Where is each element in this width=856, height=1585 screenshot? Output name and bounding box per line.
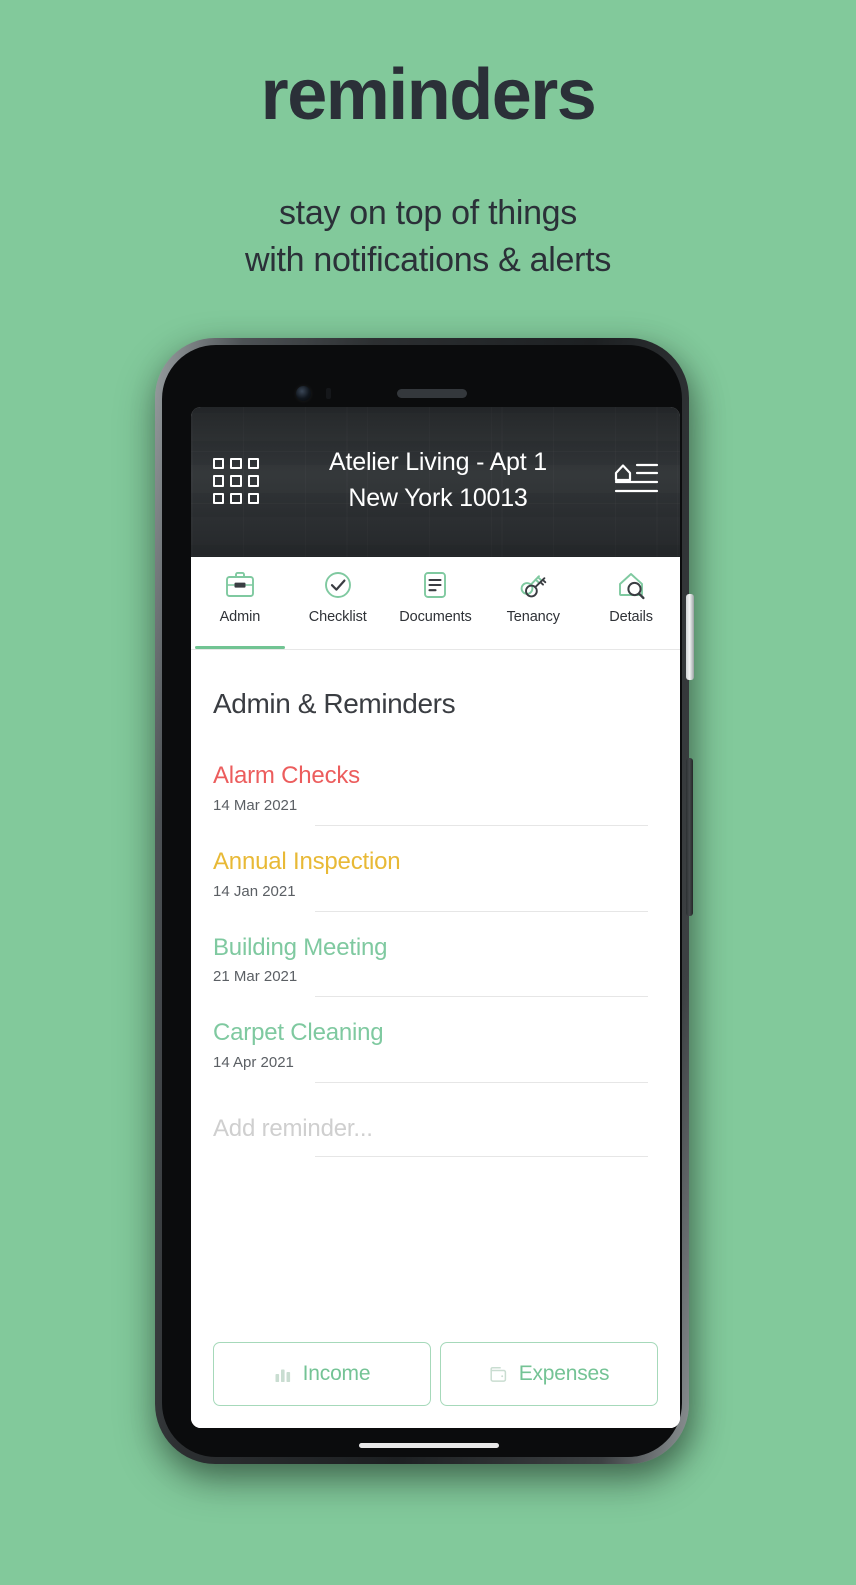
grid-cell: [230, 475, 242, 487]
expenses-button[interactable]: Expenses: [440, 1342, 658, 1406]
reminder-name: Alarm Checks: [213, 762, 360, 789]
reminder-date: 14 Mar 2021: [213, 796, 298, 814]
proximity-sensor-icon: [326, 388, 331, 399]
property-title-block: Atelier Living - Apt 1 New York 10013: [286, 445, 590, 516]
tab-admin[interactable]: Admin: [191, 557, 289, 649]
bottom-action-bar: Income Expenses: [191, 1319, 680, 1428]
grid-cell: [213, 475, 225, 487]
keys-icon: [516, 568, 550, 602]
app-header: Atelier Living - Apt 1 New York 10013: [191, 407, 680, 557]
reminder-name: Carpet Cleaning: [213, 1019, 384, 1047]
property-location: New York 10013: [348, 483, 528, 512]
property-list-icon[interactable]: [612, 459, 660, 503]
phone-bezel: Atelier Living - Apt 1 New York 10013 Ad…: [162, 345, 682, 1457]
subtitle-line-1: stay on top of things: [278, 194, 577, 232]
tab-tenancy[interactable]: Tenancy: [484, 557, 582, 649]
phone-mockup: Atelier Living - Apt 1 New York 10013 Ad…: [155, 338, 701, 1478]
front-camera-icon: [296, 386, 311, 401]
grid-cell: [247, 458, 259, 470]
grid-menu-icon[interactable]: [213, 458, 259, 504]
earpiece-speaker: [397, 389, 467, 398]
reminder-divider: [315, 1156, 648, 1158]
tab-checklist-label: Checklist: [308, 609, 367, 625]
page-title: reminders: [260, 55, 597, 135]
property-name: Atelier Living - Apt 1: [329, 448, 547, 476]
income-button[interactable]: Income: [213, 1342, 431, 1406]
wallet-icon: [489, 1365, 509, 1384]
tab-checklist[interactable]: Checklist: [289, 557, 387, 649]
briefcase-icon: [224, 568, 256, 602]
tab-bar: Admin Checklist Documents Tenancy Detail…: [191, 557, 680, 650]
tab-documents-label: Documents: [399, 609, 472, 625]
tab-details-label: Details: [609, 609, 653, 625]
reminder-date: 14 Apr 2021: [213, 1054, 294, 1072]
reminder-item[interactable]: Alarm Checks 14 Mar 2021: [213, 762, 658, 826]
reminder-name: Annual Inspection: [213, 847, 401, 875]
bar-chart-icon: [274, 1365, 293, 1384]
add-reminder-placeholder: Add reminder...: [213, 1115, 373, 1143]
reminder-date: 14 Jan 2021: [213, 882, 296, 900]
tab-documents[interactable]: Documents: [387, 557, 485, 649]
check-circle-icon: [322, 568, 354, 602]
house-search-icon: [615, 568, 647, 602]
phone-screen: Atelier Living - Apt 1 New York 10013 Ad…: [191, 407, 680, 1428]
document-lines-icon: [419, 568, 451, 602]
grid-cell: [213, 458, 225, 470]
expenses-label: Expenses: [518, 1362, 610, 1385]
grid-cell: [247, 475, 259, 487]
grid-cell: [213, 492, 225, 504]
section-title: Admin & Reminders: [213, 688, 456, 719]
tab-tenancy-label: Tenancy: [506, 609, 560, 625]
home-indicator: [359, 1443, 499, 1448]
income-label: Income: [302, 1362, 371, 1385]
phone-frame: Atelier Living - Apt 1 New York 10013 Ad…: [155, 338, 694, 1464]
volume-rocker-button[interactable]: [686, 758, 693, 916]
subtitle-line-2: with notifications & alerts: [244, 240, 612, 279]
power-button[interactable]: [686, 594, 694, 680]
reminder-name: Building Meeting: [213, 933, 388, 961]
tab-details[interactable]: Details: [582, 557, 680, 649]
reminder-date: 21 Mar 2021: [213, 968, 298, 986]
grid-cell: [230, 458, 242, 470]
add-reminder-input[interactable]: Add reminder...: [213, 1083, 658, 1158]
reminder-item[interactable]: Annual Inspection 14 Jan 2021: [213, 826, 658, 912]
grid-cell: [247, 492, 259, 504]
reminder-item[interactable]: Carpet Cleaning 14 Apr 2021: [213, 997, 658, 1084]
reminder-item[interactable]: Building Meeting 21 Mar 2021: [213, 912, 658, 998]
admin-reminders-panel: Admin & Reminders Alarm Checks 14 Mar 20…: [191, 650, 680, 1428]
grid-cell: [230, 492, 242, 504]
page-subtitle: stay on top of things with notifications…: [0, 190, 856, 284]
reminders-list: Alarm Checks 14 Mar 2021 Annual Inspecti…: [213, 762, 658, 1158]
tab-admin-label: Admin: [219, 609, 261, 625]
